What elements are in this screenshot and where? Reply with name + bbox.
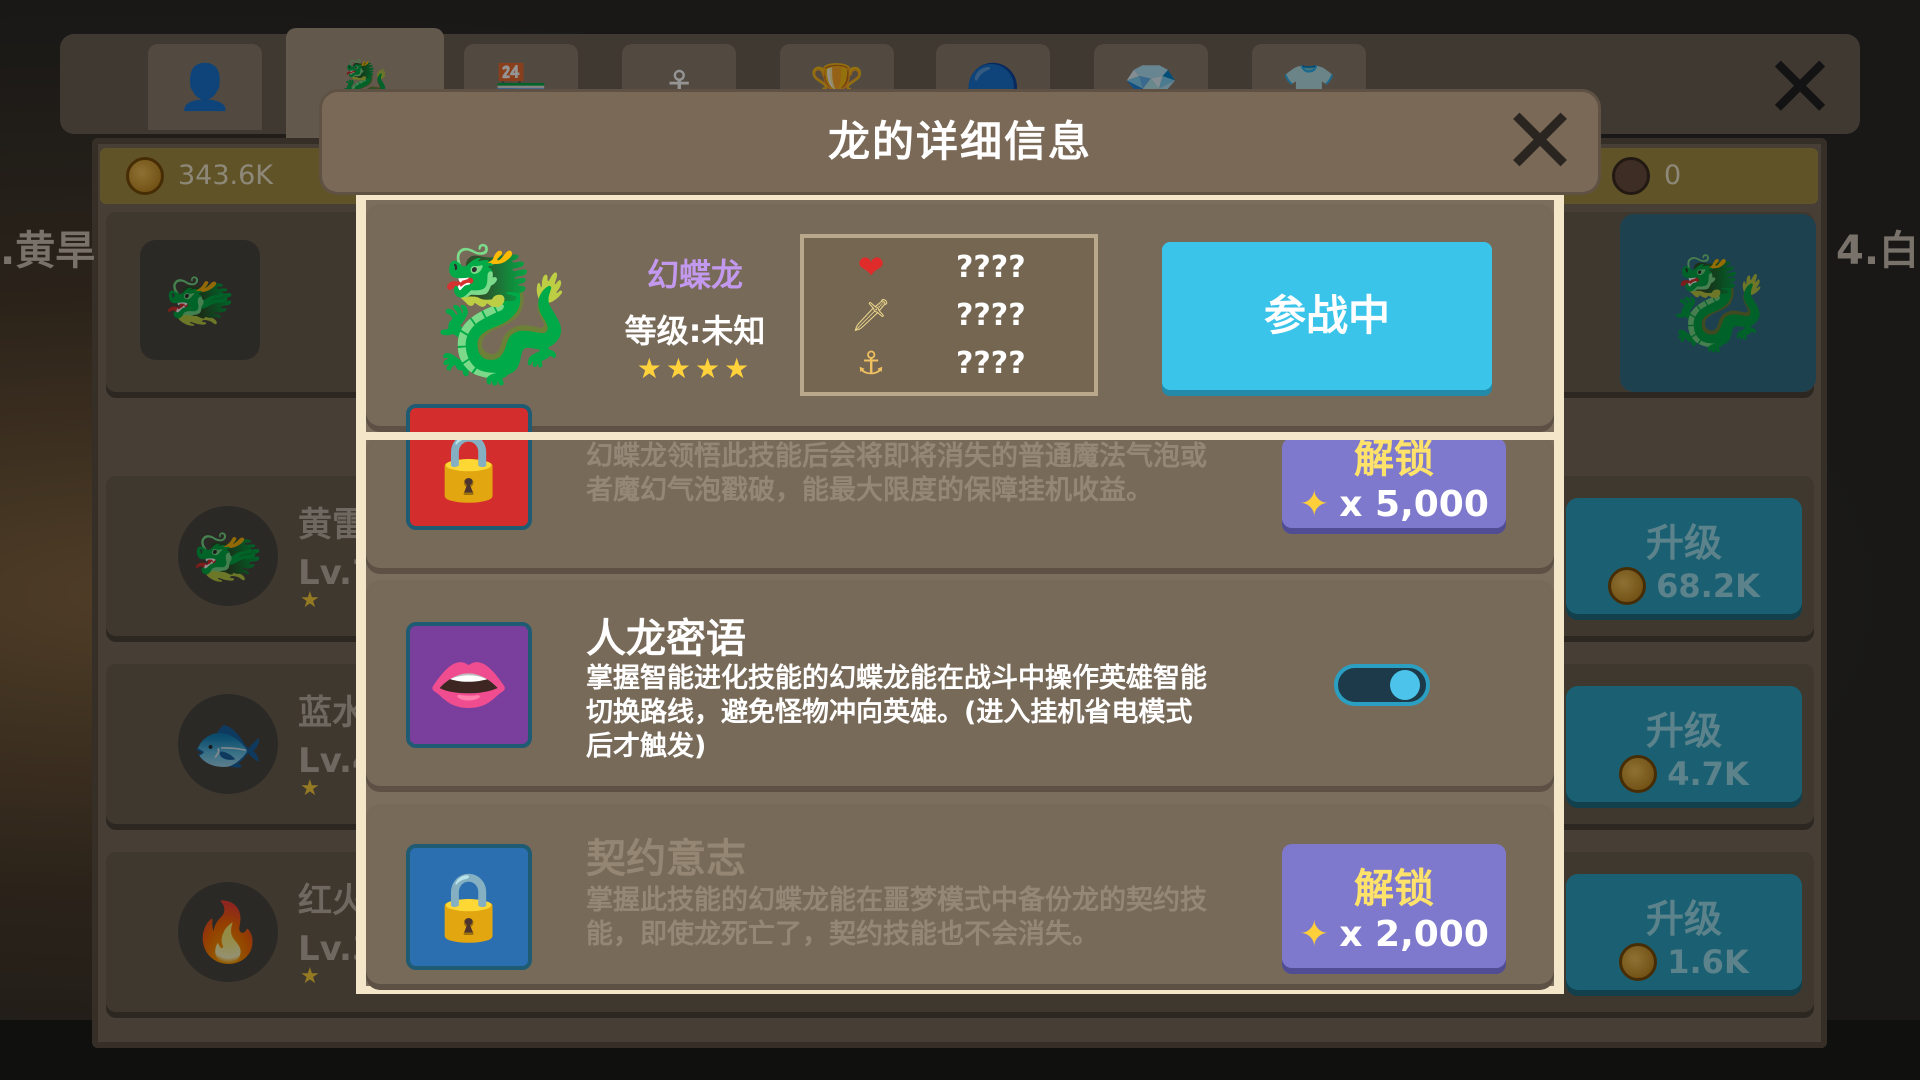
anchor-icon: ⚓: [856, 344, 886, 382]
dragon-name: 幻蝶龙: [646, 256, 743, 294]
dragon-level: 等级:未知: [624, 312, 766, 350]
unlock-label: 解锁: [1354, 866, 1434, 912]
stat-value: ????: [956, 249, 1026, 285]
skill-description: 掌握此技能的幻蝶龙能在噩梦模式中备份龙的契约技能，即使龙死亡了，契约技能也不会消…: [586, 885, 1207, 950]
skill-title: 契约意志: [586, 836, 746, 882]
unlock-cost: ✦ x 5,000: [1282, 484, 1506, 525]
dragon-portrait: 🐉: [420, 237, 582, 390]
skill-title: 人龙密语: [586, 616, 746, 662]
heart-icon: ❤: [857, 248, 885, 286]
unlock-button[interactable]: 解锁 ✦ x 5,000: [1282, 436, 1506, 528]
dragon-stars: ★★★★: [636, 352, 754, 385]
in-battle-button[interactable]: 参战中: [1162, 242, 1492, 390]
scroll-edge: [356, 432, 1564, 440]
skill-description: 掌握智能进化技能的幻蝶龙能在战斗中操作英雄智能切换路线，避免怪物冲向英雄。(进入…: [586, 663, 1207, 762]
dragon-token-icon: ✦: [1299, 914, 1330, 955]
whisper-icon: 👄: [406, 622, 532, 748]
unlock-button[interactable]: 解锁 ✦ x 2,000: [1282, 844, 1506, 968]
stat-value: ????: [956, 297, 1026, 333]
sword-icon: 🗡: [850, 296, 892, 334]
unlock-cost-value: x 2,000: [1339, 914, 1489, 955]
stat-row-defense: ⚓ ????: [846, 340, 1066, 386]
dragon-token-icon: ✦: [1299, 484, 1330, 525]
skill-description: 幻蝶龙领悟此技能后会将即将消失的普通魔法气泡或者魔幻气泡戳破，能最大限度的保障挂…: [586, 441, 1207, 506]
lock-icon: 🔒: [406, 844, 532, 970]
close-button[interactable]: ✕: [1498, 96, 1582, 188]
stat-row-attack: 🗡 ????: [846, 292, 1066, 338]
toggle-knob: [1390, 670, 1420, 700]
modal-title: 龙的详细信息: [827, 117, 1092, 166]
stat-value: ????: [956, 345, 1026, 381]
stat-row-hp: ❤ ????: [846, 244, 1066, 290]
unlock-cost: ✦ x 2,000: [1282, 914, 1506, 955]
unlock-cost-value: x 5,000: [1339, 484, 1489, 525]
lock-icon: 🔒: [406, 404, 532, 530]
